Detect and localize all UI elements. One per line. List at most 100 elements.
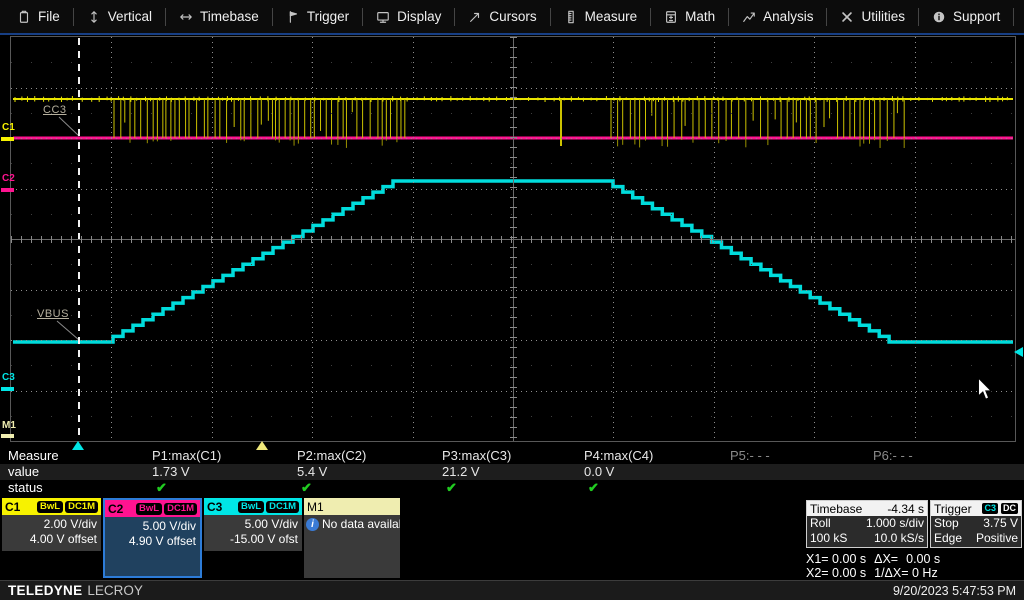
trigger-box[interactable]: Trigger C3 DC Stop 3.75 V Edge Positive xyxy=(930,500,1022,548)
measure-status-row: status ✔✔✔✔ xyxy=(0,480,1024,496)
timebase-scale: 1.000 s/div xyxy=(866,516,924,531)
channel-c2-label: C2 xyxy=(108,502,123,516)
trigger-row-1: Stop 3.75 V xyxy=(931,516,1021,531)
horizontal-arrows-icon xyxy=(179,10,193,24)
trigger-source-badge: C3 xyxy=(982,503,998,514)
menu-math[interactable]: Math xyxy=(651,0,728,33)
menu-vertical[interactable]: Vertical xyxy=(74,0,165,33)
menu-utilities-label: Utilities xyxy=(861,9,905,24)
info-icon: i xyxy=(306,518,319,531)
channel-marker-c3[interactable]: C3 xyxy=(2,373,15,383)
menu-file[interactable]: File xyxy=(4,0,73,33)
measure-p5-header[interactable]: P5:- - - xyxy=(730,448,770,464)
measure-p6-header[interactable]: P6:- - - xyxy=(873,448,913,464)
file-icon xyxy=(17,10,31,24)
memory-m1-header: M1 xyxy=(304,498,400,515)
menu-measure[interactable]: Measure xyxy=(551,0,651,33)
memory-m1-label: M1 xyxy=(307,500,324,514)
channel-descriptor-c1[interactable]: C1 BwLDC1M 2.00 V/div 4.00 V offset xyxy=(2,498,101,551)
channel-descriptor-c2[interactable]: C2 BwLDC1M 5.00 V/div 4.90 V offset xyxy=(103,498,202,578)
menu-timebase-label: Timebase xyxy=(200,9,259,24)
trigger-level-marker[interactable] xyxy=(1014,347,1023,357)
menu-measure-label: Measure xyxy=(585,9,638,24)
channel-zero-tick-c1[interactable] xyxy=(1,137,14,141)
channel-zero-tick-c2[interactable] xyxy=(1,188,14,192)
delay-marker[interactable] xyxy=(256,441,268,450)
channel-zero-tick-c3[interactable] xyxy=(1,387,14,391)
timebase-delay: -4.34 s xyxy=(887,502,924,516)
measure-p2-value: 5.4 V xyxy=(297,464,327,480)
diagonal-arrow-icon xyxy=(468,10,482,24)
timebase-row-2: 100 kS 10.0 kS/s xyxy=(807,531,927,546)
measure-table: Measure P1:max(C1) P2:max(C2) P3:max(C3) P4… xyxy=(0,446,1024,498)
measure-p4-header[interactable]: P4:max(C4) xyxy=(584,448,653,464)
trigger-type: Edge xyxy=(934,531,962,546)
measure-row-label: Measure xyxy=(8,448,59,464)
calculator-icon xyxy=(664,10,678,24)
dx-value: 0.00 s xyxy=(906,552,940,566)
channel-c3-label: C3 xyxy=(207,500,222,514)
mouse-cursor xyxy=(977,378,993,401)
trigger-mode: Stop xyxy=(934,516,959,531)
status-bar: TELEDYNE LECROY 9/20/2023 5:47:53 PM xyxy=(0,580,1024,600)
menu-support-label: Support xyxy=(953,9,1000,24)
timebase-title: Timebase xyxy=(810,502,862,516)
info-circle-icon xyxy=(932,10,946,24)
chart-line-icon xyxy=(742,10,756,24)
coupling-badge: DC1M xyxy=(266,501,299,513)
menu-trigger[interactable]: Trigger xyxy=(273,0,362,33)
channel-zero-tick-m1[interactable] xyxy=(1,434,14,438)
menu-display[interactable]: Display xyxy=(363,0,454,33)
menu-file-label: File xyxy=(38,9,60,24)
c1-offset: 4.00 V offset xyxy=(4,532,97,547)
menu-analysis[interactable]: Analysis xyxy=(729,0,826,33)
trigger-level: 3.75 V xyxy=(983,516,1018,531)
timebase-header: Timebase -4.34 s xyxy=(807,501,927,516)
memory-descriptor-m1[interactable]: M1 i No data available xyxy=(304,498,400,578)
c2-vdiv: 5.00 V/div xyxy=(107,519,196,534)
measure-value-row: value 1.73 V5.4 V21.2 V0.0 V xyxy=(0,464,1024,480)
waveform-grid[interactable]: CC3 VBUS xyxy=(10,36,1016,442)
channel-marker-c2[interactable]: C2 xyxy=(2,174,15,184)
cursor-readout-line2: X2= 0.00 s 1/ΔX= 0 Hz xyxy=(806,566,940,580)
trigger-title: Trigger xyxy=(934,502,972,516)
measure-p1-header[interactable]: P1:max(C1) xyxy=(152,448,221,464)
measure-p2-header[interactable]: P2:max(C2) xyxy=(297,448,366,464)
coupling-badge: DC1M xyxy=(65,501,98,513)
menu-utilities[interactable]: Utilities xyxy=(827,0,918,33)
bwl-badge: BwL xyxy=(37,501,63,513)
inv-dx-value: 1/ΔX= 0 Hz xyxy=(874,566,938,580)
status-row-label: status xyxy=(8,480,43,496)
measure-p4-value: 0.0 V xyxy=(584,464,614,480)
x1-value: X1= 0.00 s xyxy=(806,552,866,566)
timebase-samples: 100 kS xyxy=(810,531,847,546)
menu-cursors[interactable]: Cursors xyxy=(455,0,549,33)
channel-c2-settings: 5.00 V/div 4.90 V offset xyxy=(105,517,200,549)
bwl-badge: BwL xyxy=(238,501,264,513)
channel-c3-settings: 5.00 V/div -15.00 V ofst xyxy=(204,515,302,547)
menu-analysis-label: Analysis xyxy=(763,9,813,24)
c3-offset: -15.00 V ofst xyxy=(206,532,298,547)
trigger-time-marker[interactable] xyxy=(72,441,84,450)
menu-timebase[interactable]: Timebase xyxy=(166,0,272,33)
trigger-coupling-badge: DC xyxy=(1001,503,1018,514)
c1-vdiv: 2.00 V/div xyxy=(4,517,97,532)
menu-bar: File Vertical Timebase Trigger Display C… xyxy=(0,0,1024,33)
menu-vertical-label: Vertical xyxy=(108,9,152,24)
channel-marker-c1[interactable]: C1 xyxy=(2,123,15,133)
channel-c1-header: C1 BwLDC1M xyxy=(2,498,101,515)
trigger-row-2: Edge Positive xyxy=(931,531,1021,546)
ruler-icon xyxy=(564,10,578,24)
channel-marker-m1[interactable]: M1 xyxy=(2,421,16,431)
timebase-row-1: Roll 1.000 s/div xyxy=(807,516,927,531)
x2-value: X2= 0.00 s xyxy=(806,566,866,580)
menu-support[interactable]: Support xyxy=(919,0,1013,33)
timebase-box[interactable]: Timebase -4.34 s Roll 1.000 s/div 100 kS… xyxy=(806,500,928,548)
channel-c1-settings: 2.00 V/div 4.00 V offset xyxy=(2,515,101,547)
trace-label-cc3[interactable]: CC3 xyxy=(43,104,67,116)
menu-trigger-label: Trigger xyxy=(307,9,349,24)
channel-descriptor-c3[interactable]: C3 BwLDC1M 5.00 V/div -15.00 V ofst xyxy=(204,498,302,551)
measure-p1-status-check: ✔ xyxy=(156,480,167,496)
coupling-badge: DC1M xyxy=(164,503,197,515)
measure-p3-header[interactable]: P3:max(C3) xyxy=(442,448,511,464)
